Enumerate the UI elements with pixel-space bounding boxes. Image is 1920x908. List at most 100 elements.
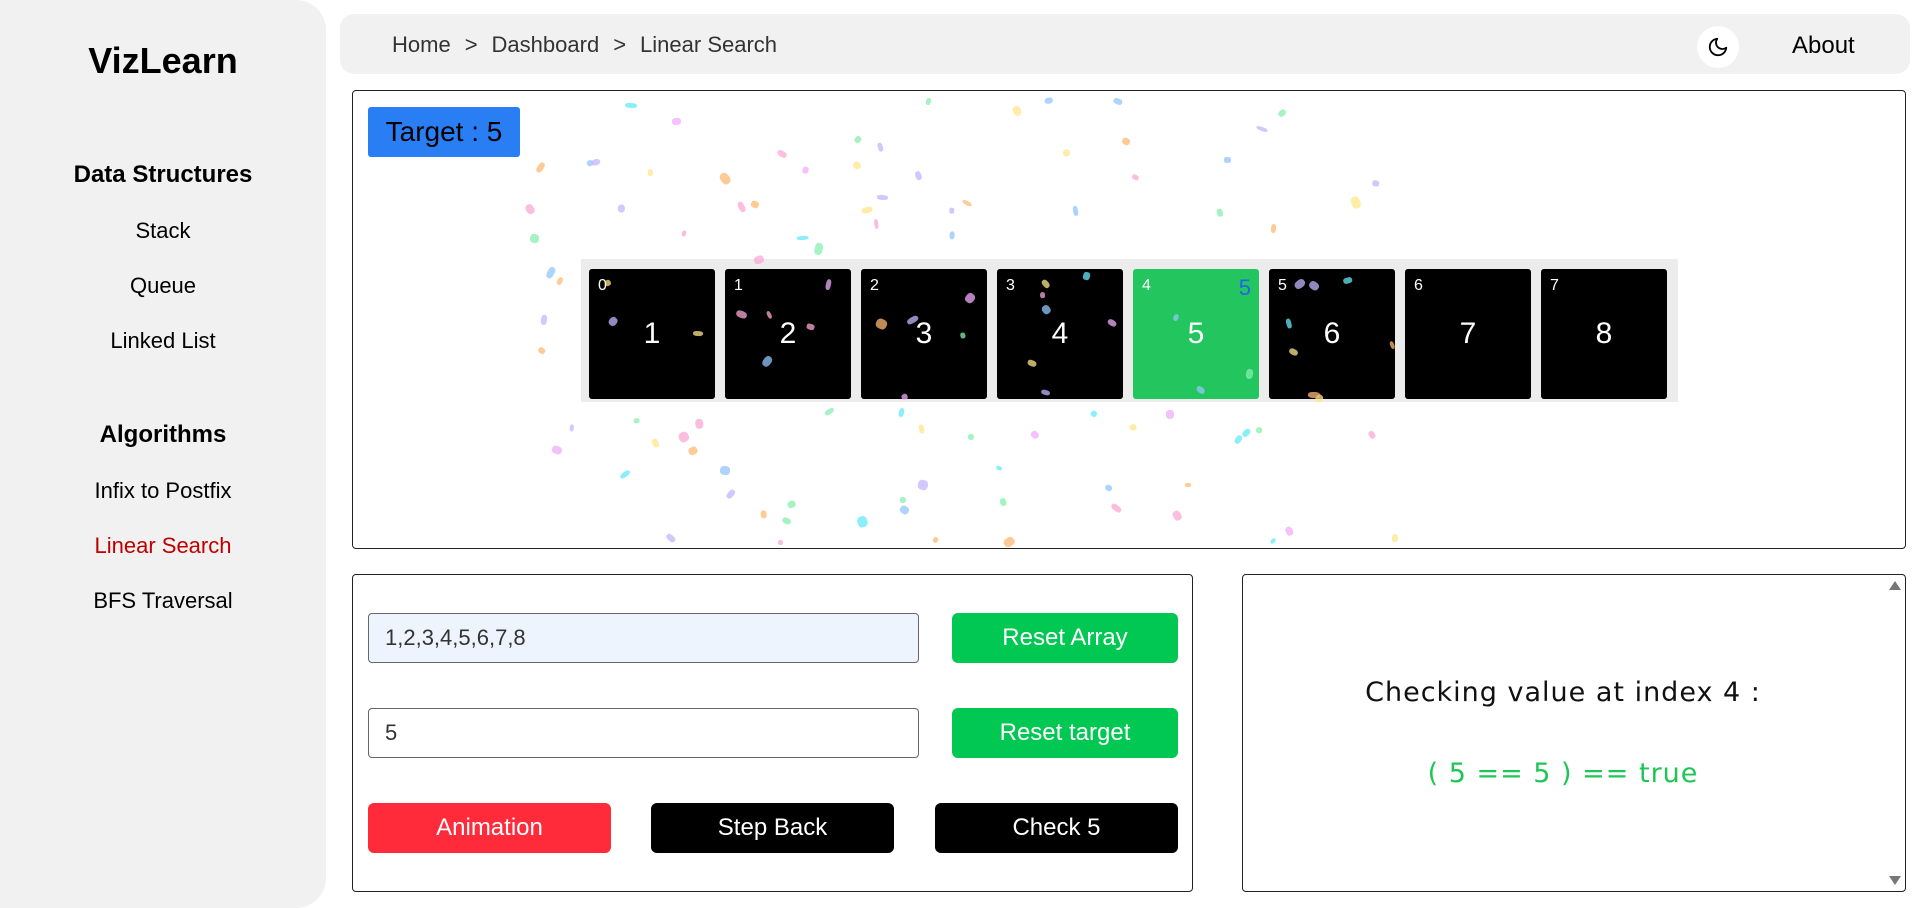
- confetti-piece: [1255, 124, 1269, 133]
- app-logo[interactable]: VizLearn: [0, 40, 326, 82]
- confetti-piece: [914, 170, 923, 181]
- confetti-piece: [719, 465, 730, 476]
- log-message: Checking value at index 4 :: [1365, 677, 1761, 708]
- cell-value: 7: [1459, 317, 1477, 350]
- sidebar-item-stack[interactable]: Stack: [0, 218, 326, 244]
- confetti-piece: [949, 207, 955, 213]
- confetti-piece: [1011, 104, 1023, 117]
- confetti-piece: [523, 202, 537, 216]
- scroll-up-arrow-icon[interactable]: [1889, 581, 1901, 590]
- confetti-piece: [694, 418, 705, 430]
- sidebar-item-queue[interactable]: Queue: [0, 273, 326, 299]
- confetti-piece: [797, 235, 809, 241]
- cell-index: 1: [734, 277, 743, 294]
- confetti-piece: [749, 200, 760, 210]
- confetti-piece: [775, 148, 788, 160]
- confetti-piece: [537, 346, 547, 355]
- confetti-piece: [1276, 108, 1287, 118]
- confetti-piece: [1130, 173, 1140, 181]
- check-button[interactable]: Check 5: [935, 803, 1178, 853]
- confetti-piece: [617, 203, 625, 213]
- confetti-piece: [814, 242, 825, 256]
- confetti-piece: [873, 219, 879, 230]
- cell-value: 8: [1595, 317, 1613, 350]
- step-back-button[interactable]: Step Back: [651, 803, 894, 853]
- array-cell-found[interactable]: 4 5 5: [1133, 269, 1259, 399]
- array-cell[interactable]: 3 4: [997, 269, 1123, 399]
- section-title-algorithms: Algorithms: [99, 421, 227, 448]
- sidebar-item-infix-to-postfix[interactable]: Infix to Postfix: [0, 478, 326, 504]
- about-link[interactable]: About: [1792, 32, 1855, 60]
- section-title-data-structures: Data Structures: [73, 161, 253, 188]
- cell-index: 3: [1006, 277, 1015, 294]
- breadcrumb-dashboard[interactable]: Dashboard: [492, 32, 600, 58]
- confetti-piece: [665, 532, 677, 543]
- confetti-piece: [540, 314, 548, 326]
- confetti-piece: [948, 231, 955, 241]
- sidebar-item-bfs-traversal[interactable]: BFS Traversal: [0, 588, 326, 614]
- sidebar: VizLearn Data Structures Stack Queue Lin…: [0, 0, 326, 908]
- confetti-piece: [1103, 483, 1114, 493]
- confetti-piece: [1044, 96, 1054, 104]
- array-cell[interactable]: 2 3: [861, 269, 987, 399]
- target-input[interactable]: [368, 708, 919, 758]
- confetti-piece: [529, 233, 541, 245]
- confetti-piece: [786, 499, 797, 509]
- confetti-piece: [897, 407, 906, 418]
- sidebar-item-linked-list[interactable]: Linked List: [0, 328, 326, 354]
- confetti-piece: [686, 445, 699, 457]
- array-cell[interactable]: 6 7: [1405, 269, 1531, 399]
- confetti-piece: [898, 503, 910, 516]
- confetti-piece: [899, 496, 907, 503]
- confetti-piece: [801, 165, 810, 175]
- array-cell[interactable]: 0 1: [589, 269, 715, 399]
- confetti-piece: [585, 159, 594, 168]
- array-cell[interactable]: 1 2: [725, 269, 851, 399]
- confetti-piece: [856, 515, 869, 529]
- cell-value: 1: [643, 317, 661, 350]
- confetti-piece: [717, 171, 733, 187]
- confetti-piece: [1256, 426, 1263, 434]
- confetti-piece: [1029, 429, 1041, 440]
- confetti-piece: [590, 157, 602, 167]
- confetti-piece: [853, 135, 863, 144]
- theme-toggle-button[interactable]: [1697, 26, 1739, 68]
- array-container: 0 1 1 2 2 3 3 4 4 5 5 5 6 6 7 7 8: [581, 259, 1678, 402]
- confetti-piece: [852, 160, 863, 171]
- breadcrumb-current: Linear Search: [640, 32, 778, 57]
- array-cell[interactable]: 5 6: [1269, 269, 1395, 399]
- confetti-piece: [1224, 156, 1232, 163]
- confetti-piece: [877, 141, 885, 152]
- confetti-piece: [1391, 533, 1399, 542]
- array-cell[interactable]: 7 8: [1541, 269, 1667, 399]
- reset-array-button[interactable]: Reset Array: [952, 613, 1178, 663]
- cell-value: 3: [915, 317, 933, 350]
- sidebar-item-linear-search[interactable]: Linear Search: [0, 533, 326, 559]
- confetti-piece: [1216, 207, 1224, 218]
- scroll-down-arrow-icon[interactable]: [1889, 876, 1901, 885]
- confetti-piece: [877, 194, 889, 201]
- cell-value: 2: [779, 317, 797, 350]
- visualizer-panel: Target : 5 0 1 1 2 2 3 3 4 4 5 5 5 6 6 7: [352, 90, 1906, 549]
- confetti-piece: [1120, 136, 1132, 148]
- animation-button[interactable]: Animation: [368, 803, 611, 853]
- cell-index: 0: [598, 277, 607, 294]
- confetti-piece: [916, 479, 930, 492]
- confetti-piece: [680, 230, 687, 237]
- confetti-piece: [1241, 427, 1252, 438]
- breadcrumb: Home > Dashboard > Linear Search: [392, 32, 777, 58]
- top-bar: Home > Dashboard > Linear Search About: [340, 14, 1910, 74]
- array-input[interactable]: [368, 613, 919, 663]
- confetti-piece: [1283, 525, 1294, 537]
- reset-target-button[interactable]: Reset target: [952, 708, 1178, 758]
- confetti-piece: [861, 205, 874, 215]
- confetti-piece: [1109, 502, 1122, 514]
- confetti-piece: [677, 429, 691, 444]
- confetti-piece: [736, 201, 747, 214]
- confetti-piece: [918, 424, 926, 434]
- confetti-piece: [1112, 97, 1124, 107]
- confetti-piece: [1233, 433, 1244, 445]
- cell-index: 5: [1278, 277, 1287, 294]
- breadcrumb-home[interactable]: Home: [392, 32, 451, 58]
- confetti-piece: [550, 444, 563, 456]
